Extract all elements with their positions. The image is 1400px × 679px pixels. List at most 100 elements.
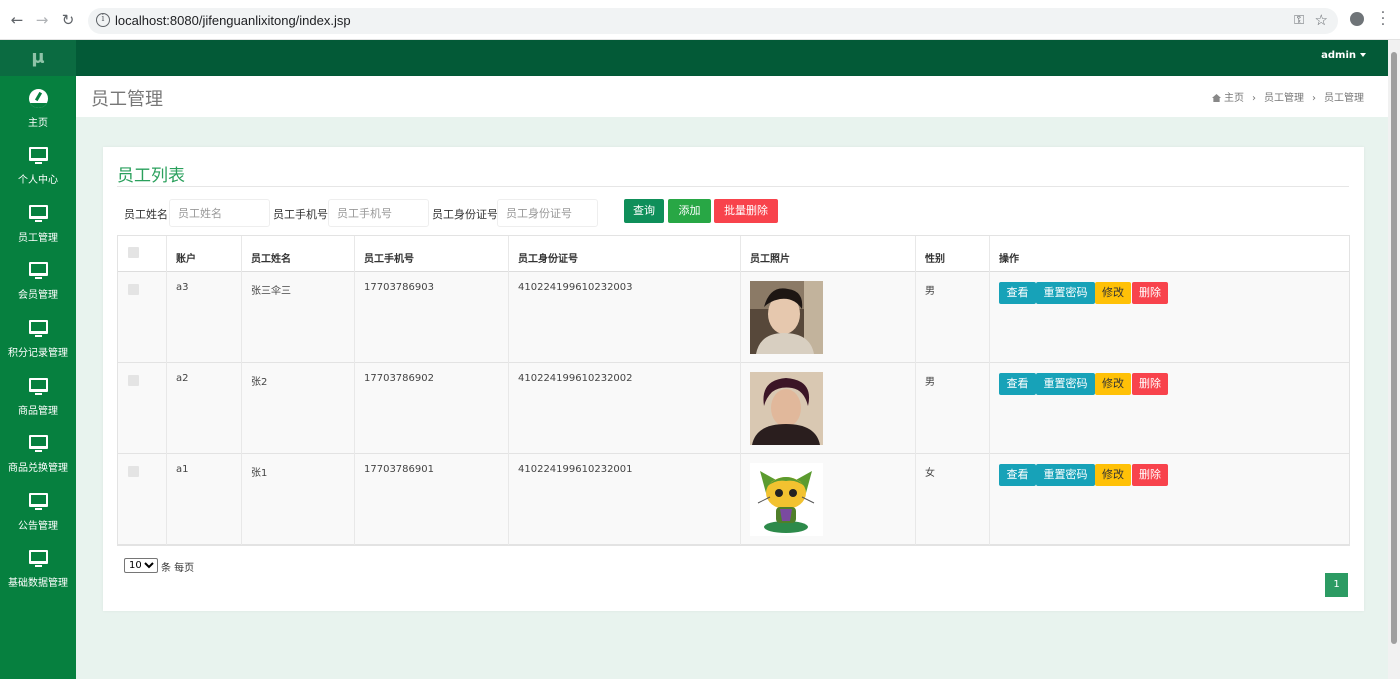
column-divider — [354, 236, 355, 545]
page-title: 员工管理 — [91, 89, 163, 110]
pagination-page-1[interactable]: 1 — [1325, 573, 1348, 597]
cell-gender: 男 — [925, 286, 935, 297]
cell-phone: 17703786901 — [364, 464, 434, 475]
browser-menu-icon[interactable]: · · · — [1380, 6, 1386, 32]
cell-name: 张2 — [251, 377, 268, 388]
row-checkbox[interactable] — [128, 375, 139, 386]
dashboard-icon — [29, 89, 48, 108]
password-key-icon[interactable]: ⚿ — [1294, 13, 1304, 28]
sidebar-item-label: 积分记录管理 — [8, 348, 68, 359]
employee-photo-image — [750, 281, 823, 354]
idcard-search-label: 员工身份证号 — [432, 208, 498, 221]
cell-account: a2 — [176, 373, 189, 384]
sidebar-item-notices[interactable]: 公告管理 — [0, 485, 76, 541]
column-header-name[interactable]: 员工姓名 — [251, 250, 291, 265]
address-bar[interactable]: i localhost:8080/jifenguanlixitong/index… — [88, 8, 1338, 34]
sidebar-item-label: 商品兑换管理 — [8, 463, 68, 474]
cell-idcard: 410224199610232001 — [518, 464, 633, 475]
sidebar-item-label: 员工管理 — [18, 233, 58, 244]
divider — [117, 186, 1349, 187]
cell-account: a3 — [176, 282, 189, 293]
page-size-select[interactable]: 10 — [124, 558, 158, 573]
row-checkbox[interactable] — [128, 284, 139, 295]
query-button[interactable]: 查询 — [624, 199, 664, 223]
cell-gender: 男 — [925, 377, 935, 388]
column-divider — [241, 236, 242, 545]
bookmark-star-icon[interactable]: ☆ — [1315, 11, 1328, 29]
content-header: 员工管理 主页 › 员工管理 › 员工管理 — [76, 76, 1388, 117]
column-divider — [989, 236, 990, 545]
name-search-label: 员工姓名 — [124, 208, 168, 221]
reset-password-button[interactable]: 重置密码 — [1036, 373, 1095, 395]
cell-idcard: 410224199610232003 — [518, 282, 633, 293]
table-row: a1 张1 17703786901 410224199610232001 女 查… — [118, 454, 1349, 545]
reset-password-button[interactable]: 重置密码 — [1036, 464, 1095, 486]
user-name: admin — [1321, 50, 1356, 61]
delete-button[interactable]: 删除 — [1132, 373, 1168, 395]
column-header-idcard[interactable]: 员工身份证号 — [518, 250, 578, 265]
employee-table: 账户 员工姓名 员工手机号 员工身份证号 员工照片 性别 操作 a3 张三伞三 … — [117, 235, 1350, 546]
caret-down-icon — [1360, 53, 1366, 57]
column-header-gender[interactable]: 性别 — [925, 250, 945, 265]
phone-search-input[interactable] — [328, 199, 429, 227]
sidebar-item-exchange[interactable]: 商品兑换管理 — [0, 427, 76, 483]
column-header-phone[interactable]: 员工手机号 — [364, 250, 414, 265]
cell-phone: 17703786903 — [364, 282, 434, 293]
monitor-icon — [29, 320, 48, 337]
user-menu[interactable]: admin — [1321, 50, 1366, 61]
view-button[interactable]: 查看 — [999, 373, 1036, 395]
sidebar-item-employees[interactable]: 员工管理 — [0, 197, 76, 253]
row-checkbox[interactable] — [128, 466, 139, 477]
monitor-icon — [29, 493, 48, 510]
browser-toolbar: ← → ↻ i localhost:8080/jifenguanlixitong… — [0, 0, 1400, 40]
delete-button[interactable]: 删除 — [1132, 282, 1168, 304]
sidebar-item-members[interactable]: 会员管理 — [0, 254, 76, 310]
breadcrumb-separator: › — [1252, 93, 1256, 104]
reload-icon[interactable]: ↻ — [59, 11, 77, 29]
name-search-input[interactable] — [169, 199, 270, 227]
phone-search-label: 员工手机号 — [273, 208, 328, 221]
sidebar-item-basedata[interactable]: 基础数据管理 — [0, 542, 76, 598]
sidebar-item-points[interactable]: 积分记录管理 — [0, 312, 76, 368]
column-header-photo[interactable]: 员工照片 — [750, 250, 790, 265]
employee-photo-image — [750, 463, 823, 536]
cell-name: 张三伞三 — [251, 286, 291, 297]
breadcrumb-home[interactable]: 主页 — [1224, 93, 1244, 104]
reset-password-button[interactable]: 重置密码 — [1036, 282, 1095, 304]
sidebar-item-label: 商品管理 — [18, 406, 58, 417]
page-scrollbar[interactable] — [1388, 40, 1400, 679]
delete-button[interactable]: 删除 — [1132, 464, 1168, 486]
app-header: μ admin — [0, 40, 1388, 76]
idcard-search-input[interactable] — [497, 199, 598, 227]
add-button[interactable]: 添加 — [668, 199, 711, 223]
scrollbar-thumb[interactable] — [1391, 52, 1397, 644]
cell-name: 张1 — [251, 468, 268, 479]
breadcrumb: 主页 › 员工管理 › 员工管理 — [1212, 89, 1364, 104]
site-info-icon[interactable]: i — [96, 13, 110, 27]
breadcrumb-section[interactable]: 员工管理 — [1264, 93, 1304, 104]
sidebar-item-profile[interactable]: 个人中心 — [0, 139, 76, 195]
cell-phone: 17703786902 — [364, 373, 434, 384]
forward-icon[interactable]: → — [33, 11, 51, 29]
cell-gender: 女 — [925, 468, 935, 479]
select-all-checkbox[interactable] — [128, 247, 139, 258]
sidebar-item-home[interactable]: 主页 — [0, 82, 76, 138]
employee-photo — [750, 372, 823, 445]
monitor-icon — [29, 205, 48, 222]
employee-photo — [750, 281, 823, 354]
monitor-icon — [29, 147, 48, 164]
sidebar-item-goods[interactable]: 商品管理 — [0, 370, 76, 426]
view-button[interactable]: 查看 — [999, 282, 1036, 304]
profile-icon[interactable] — [1350, 12, 1364, 26]
edit-button[interactable]: 修改 — [1095, 373, 1131, 395]
edit-button[interactable]: 修改 — [1095, 282, 1131, 304]
url-text[interactable]: localhost:8080/jifenguanlixitong/index.j… — [115, 13, 351, 28]
batch-delete-button[interactable]: 批量删除 — [714, 199, 778, 223]
edit-button[interactable]: 修改 — [1095, 464, 1131, 486]
table-row: a2 张2 17703786902 410224199610232002 男 查… — [118, 363, 1349, 454]
view-button[interactable]: 查看 — [999, 464, 1036, 486]
home-icon — [1212, 94, 1221, 102]
back-icon[interactable]: ← — [8, 11, 26, 29]
column-header-account[interactable]: 账户 — [176, 250, 196, 265]
monitor-icon — [29, 262, 48, 279]
